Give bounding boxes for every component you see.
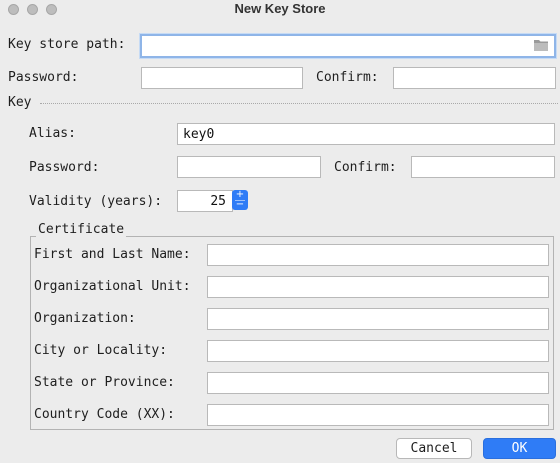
state-input[interactable] <box>207 372 549 394</box>
key-confirm-input[interactable] <box>411 156 555 178</box>
window-title: New Key Store <box>234 1 326 16</box>
key-password-input[interactable] <box>177 156 321 178</box>
key-password-label: Password: <box>29 160 100 175</box>
city-label: City or Locality: <box>34 343 168 358</box>
org-unit-input[interactable] <box>207 276 549 298</box>
organization-input[interactable] <box>207 308 549 330</box>
keystore-path-label: Key store path: <box>8 37 126 52</box>
first-last-name-input[interactable] <box>207 244 549 266</box>
validity-years-input[interactable] <box>177 190 233 212</box>
city-input[interactable] <box>207 340 549 362</box>
first-last-name-label: First and Last Name: <box>34 247 191 262</box>
validity-stepper[interactable]: + − <box>232 190 248 210</box>
title-bar: New Key Store <box>0 0 560 20</box>
country-code-label: Country Code (XX): <box>34 407 175 422</box>
keystore-password-label: Password: <box>8 70 79 85</box>
keystore-confirm-label: Confirm: <box>316 70 379 85</box>
certificate-section-label: Certificate <box>36 222 127 237</box>
alias-input[interactable] <box>177 123 555 145</box>
country-code-input[interactable] <box>207 404 549 426</box>
ok-button[interactable]: OK <box>483 438 556 459</box>
key-section-label: Key <box>8 95 32 110</box>
keystore-confirm-input[interactable] <box>393 67 556 89</box>
decrement-icon[interactable]: − <box>232 200 248 210</box>
key-section-divider <box>40 103 558 104</box>
keystore-path-input[interactable] <box>140 34 556 58</box>
org-unit-label: Organizational Unit: <box>34 279 191 294</box>
stepper-divider <box>235 200 245 201</box>
state-label: State or Province: <box>34 375 175 390</box>
alias-label: Alias: <box>29 126 76 141</box>
cancel-button[interactable]: Cancel <box>396 438 472 459</box>
validity-label: Validity (years): <box>29 194 163 209</box>
organization-label: Organization: <box>34 311 136 326</box>
key-confirm-label: Confirm: <box>334 160 397 175</box>
keystore-password-input[interactable] <box>141 67 303 89</box>
folder-icon[interactable] <box>533 38 549 52</box>
